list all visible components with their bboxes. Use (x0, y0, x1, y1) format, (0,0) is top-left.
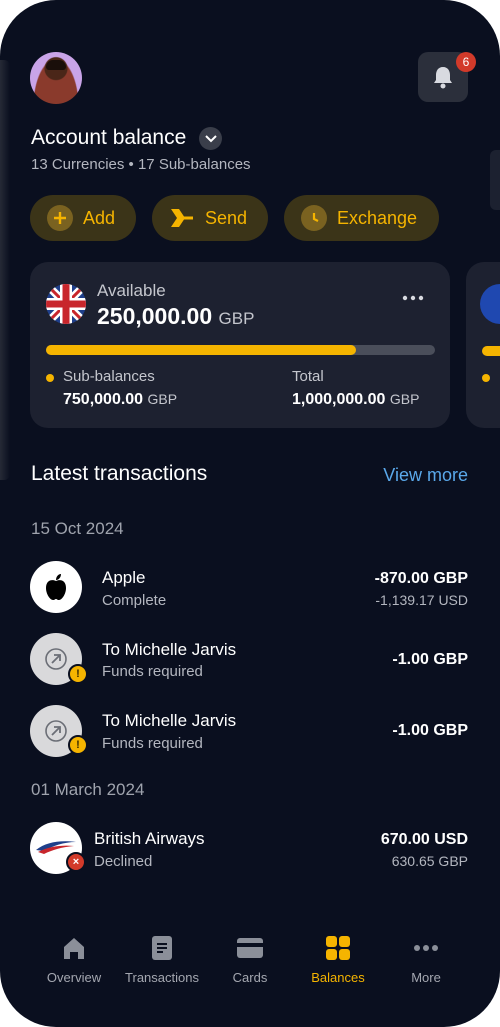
date-header: 15 Oct 2024 (31, 519, 124, 538)
warning-icon: ! (68, 664, 88, 684)
available-label: Available (97, 281, 166, 300)
card-icon (236, 934, 264, 962)
tab-more[interactable]: More (378, 934, 474, 985)
view-more-link[interactable]: View more (383, 465, 468, 486)
currency-flag-icon (480, 284, 500, 324)
transaction-status: Funds required (102, 663, 203, 680)
next-card-dot (482, 374, 490, 382)
plus-icon (47, 205, 73, 231)
account-subtitle: 13 Currencies • 17 Sub-balances (31, 156, 251, 173)
sub-balances-dot (46, 374, 54, 382)
transaction-name: To Michelle Jarvis (102, 711, 237, 730)
chevron-down-icon (204, 134, 217, 142)
tab-label: Overview (46, 970, 102, 985)
transaction-status: Complete (102, 592, 167, 609)
tab-overview[interactable]: Overview (26, 934, 122, 985)
notification-badge: 6 (456, 52, 476, 72)
transaction-amount: -870.00 GBP (374, 570, 468, 587)
tab-balances[interactable]: Balances (290, 934, 386, 985)
more-dots-icon (402, 295, 424, 301)
date-header: 01 March 2024 (31, 780, 145, 799)
account-dropdown-button[interactable] (199, 127, 222, 150)
bottom-tab-bar: Overview Transactions Cards Balances Mor… (0, 920, 500, 1027)
card-more-button[interactable] (402, 284, 424, 307)
more-icon (412, 934, 440, 962)
available-currency: GBP (218, 309, 255, 328)
tab-transactions[interactable]: Transactions (114, 934, 210, 985)
add-label: Add (83, 207, 116, 228)
total-currency: GBP (389, 391, 420, 407)
add-button[interactable]: Add (30, 195, 136, 241)
grid-icon (324, 934, 352, 962)
scroll-edge-left (0, 60, 10, 480)
tab-label: Transactions (125, 970, 199, 985)
home-icon (60, 934, 88, 962)
sub-balances-amount: 750,000.00 GBP (63, 391, 177, 409)
gbp-balance-card[interactable]: Available 250,000.00 GBP Sub-balances 75… (30, 262, 450, 428)
transaction-name: To Michelle Jarvis (102, 640, 237, 659)
total-label: Total (292, 368, 324, 385)
avatar[interactable] (30, 52, 82, 104)
transaction-amount: -1.00 GBP (392, 651, 468, 668)
tab-label: Cards (232, 970, 268, 985)
latest-transactions-title: Latest transactions (31, 462, 208, 485)
transaction-secondary-amount: 630.65 GBP (391, 853, 468, 869)
transaction-secondary-amount: -1,139.17 USD (375, 592, 468, 608)
clock-icon (301, 205, 327, 231)
tab-label: More (411, 970, 441, 985)
next-balance-card[interactable] (466, 262, 500, 428)
scrollbar[interactable] (490, 150, 500, 210)
tab-cards[interactable]: Cards (202, 934, 298, 985)
transaction-amount: 670.00 USD (380, 831, 468, 848)
total-value: 1,000,000.00 (292, 391, 386, 408)
available-amount-value: 250,000.00 (97, 303, 213, 329)
transaction-status: Declined (94, 853, 153, 870)
apple-icon (30, 561, 82, 613)
exchange-button[interactable]: Exchange (284, 195, 439, 241)
next-card-progress (482, 346, 500, 356)
send-icon (169, 207, 195, 229)
transaction-name: British Airways (94, 829, 205, 848)
sub-balances-label: Sub-balances (63, 368, 155, 385)
account-balance-title[interactable]: Account balance (31, 126, 186, 150)
balance-progress-fill (46, 345, 356, 355)
document-icon (148, 934, 176, 962)
exchange-label: Exchange (337, 207, 418, 228)
uk-flag-icon (46, 284, 86, 324)
tab-label: Balances (311, 970, 365, 985)
bell-icon (434, 67, 452, 89)
send-button[interactable]: Send (152, 195, 268, 241)
send-label: Send (205, 207, 248, 228)
declined-icon: × (66, 852, 86, 872)
transaction-amount: -1.00 GBP (392, 722, 468, 739)
transaction-status: Funds required (102, 735, 203, 752)
phone-screen: 6 Account balance 13 Currencies • 17 Sub… (0, 0, 500, 1027)
transaction-name: Apple (102, 568, 146, 587)
available-amount: 250,000.00 GBP (97, 303, 254, 330)
balance-progress-bar (46, 345, 435, 355)
sub-balances-value: 750,000.00 (63, 391, 144, 408)
total-amount: 1,000,000.00 GBP (292, 391, 419, 409)
warning-icon: ! (68, 735, 88, 755)
sub-balances-currency: GBP (147, 391, 178, 407)
